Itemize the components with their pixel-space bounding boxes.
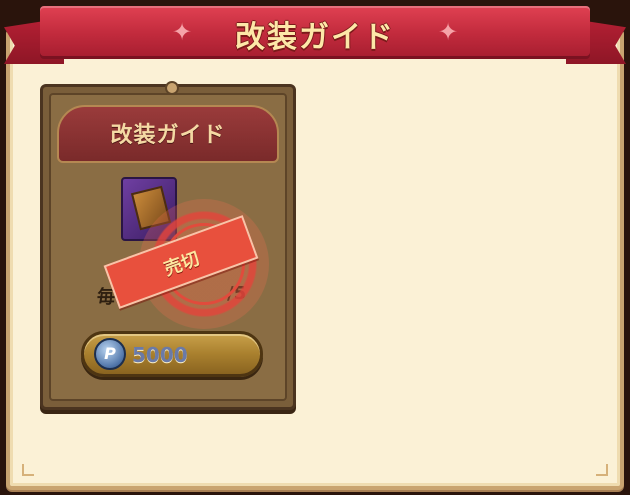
p-coin-icon: P xyxy=(94,338,126,370)
card-header: 改装ガイド xyxy=(57,105,279,163)
shop-item-card[interactable]: 改装ガイド 毎日 /5 売切 P 5000 xyxy=(40,81,296,410)
item-title: 改装ガイド xyxy=(110,123,226,148)
price-label: 5000 xyxy=(132,343,188,367)
panel-corner-ornament xyxy=(596,464,608,476)
page-title: 改装ガイド xyxy=(235,20,395,55)
panel-corner-ornament xyxy=(22,464,34,476)
shop-screen: ✦ 改装ガイド ✦ 改装ガイド 毎日 /5 売切 P 5000 xyxy=(0,0,630,495)
title-ribbon: ✦ 改装ガイド ✦ xyxy=(40,6,590,56)
sparkle-icon: ✦ xyxy=(437,18,459,46)
buy-button[interactable]: P 5000 xyxy=(81,331,263,377)
